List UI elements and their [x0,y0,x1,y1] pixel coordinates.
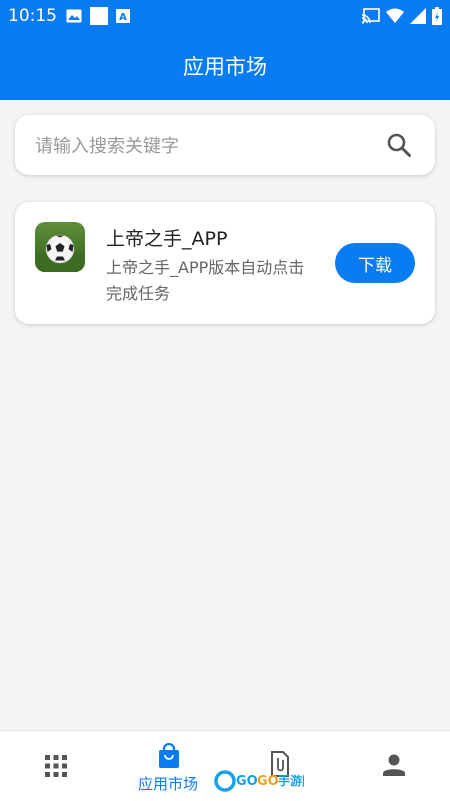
status-time: 10:15 [8,6,57,26]
battery-icon [432,7,442,25]
svg-text:GO: GO [236,774,258,789]
image-icon [66,9,82,23]
square-icon [90,7,108,25]
wifi-icon [386,8,404,23]
nav-item-profile[interactable] [338,731,450,801]
grid-icon [45,755,67,777]
app-card[interactable]: 上帝之手_APP 上帝之手_APP版本自动点击完成任务 下载 [15,202,435,324]
nav-item-app-market[interactable]: 应用市场 [112,731,224,801]
search-box[interactable] [15,115,435,175]
app-name: 上帝之手_APP [106,228,228,250]
soccer-ball-icon [35,222,85,272]
page-title: 应用市场 [183,55,267,79]
shopping-bag-icon [159,743,179,768]
svg-text:手游网: 手游网 [278,773,304,788]
watermark-logo: GO GO 手游网 [214,770,304,792]
search-icon[interactable] [386,132,412,158]
svg-text:A: A [119,12,127,23]
download-button[interactable]: 下载 [335,243,415,283]
a-badge-icon: A [116,9,130,23]
signal-icon [410,8,426,24]
status-bar: 10:15 A [0,0,450,32]
search-input[interactable] [35,133,375,159]
cast-icon [362,8,380,24]
nav-label-app-market: 应用市场 [137,775,198,793]
nav-item-grid[interactable] [0,731,112,801]
svg-text:GO: GO [257,774,279,789]
person-icon [383,754,405,776]
app-description: 上帝之手_APP版本自动点击完成任务 [106,258,305,303]
app-bar: 应用市场 [0,32,450,100]
